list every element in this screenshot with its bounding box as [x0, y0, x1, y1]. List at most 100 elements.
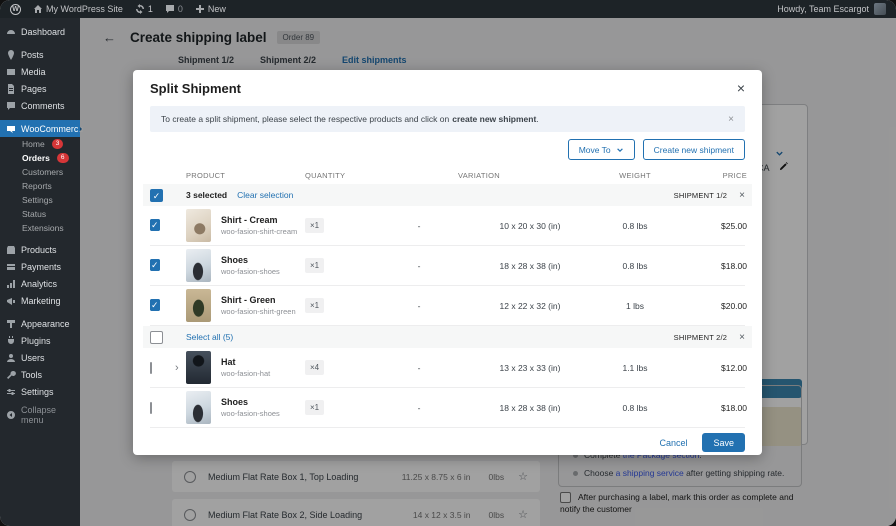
wordpress-logo-icon[interactable]: W: [10, 3, 21, 15]
product-sku: woo-fasion-shoes: [221, 267, 280, 276]
comments-count: 0: [177, 4, 183, 14]
price-cell: $18.00: [721, 402, 747, 413]
comments-icon: [6, 101, 16, 111]
sidebar-item-tools[interactable]: Tools: [0, 366, 80, 383]
marketing-icon: [6, 296, 16, 306]
product-checkbox[interactable]: ✓: [150, 219, 160, 231]
sidebar-item-woocommerce[interactable]: WooCommerce: [0, 120, 83, 137]
sidebar-item-label: Appearance: [21, 318, 70, 329]
sidebar-item-products[interactable]: Products: [0, 241, 80, 258]
group-select-checkbox[interactable]: [150, 330, 163, 344]
pages-icon: [6, 83, 16, 94]
sidebar-item-plugins[interactable]: Plugins: [0, 332, 80, 349]
product-checkbox[interactable]: [150, 401, 152, 414]
sidebar-item-posts[interactable]: Posts: [0, 46, 80, 63]
sidebar-item-analytics[interactable]: Analytics: [0, 275, 80, 292]
sidebar-item-label: Customers: [22, 167, 64, 177]
group-select-checkbox[interactable]: ✓: [150, 188, 163, 202]
price-cell: $12.00: [721, 362, 747, 373]
comments-menu[interactable]: 0: [165, 4, 183, 14]
quantity-badge: ×1: [305, 298, 325, 313]
sidebar-item-customers[interactable]: Customers: [0, 165, 80, 179]
sidebar-item-comments[interactable]: Comments: [0, 97, 80, 114]
product-name: Hat: [221, 357, 236, 367]
quantity-cell: ×1: [298, 298, 368, 313]
sidebar-item-extensions[interactable]: Extensions: [0, 221, 80, 235]
product-cell: Shoes woo-fasion-shoes: [186, 249, 298, 282]
shipment-remove-icon[interactable]: ×: [739, 332, 745, 343]
quantity-cell: ×4: [298, 360, 368, 375]
sidebar-item-reports[interactable]: Reports: [0, 179, 80, 193]
sidebar-item-label: Home: [22, 139, 45, 149]
shipment-remove-icon[interactable]: ×: [739, 190, 745, 201]
sidebar-item-settings[interactable]: Settings: [0, 193, 80, 207]
split-shipment-modal: Split Shipment × To create a split shipm…: [133, 70, 762, 455]
sidebar-item-settings[interactable]: Settings: [0, 383, 80, 400]
weight-cell: 1 lbs: [626, 300, 644, 311]
modal-close-icon[interactable]: ×: [737, 81, 745, 95]
admin-sidebar: Dashboard Posts Media Pages Comments WooComme…: [0, 18, 83, 526]
sidebar-item-label: Marketing: [21, 295, 61, 306]
sidebar-item-orders[interactable]: Orders 6: [0, 151, 80, 165]
variation-cell: -: [417, 260, 421, 271]
move-to-button[interactable]: Move To: [567, 139, 635, 160]
howdy-text[interactable]: Howdy, Team Escargot: [777, 4, 869, 14]
sidebar-item-label: Media: [21, 66, 46, 77]
shipment-table-body: ✓ 3 selected Clear selection SHIPMENT 1/2 × ✓…: [143, 184, 752, 428]
sidebar-item-label: Plugins: [21, 335, 51, 346]
dashboard-icon: [6, 27, 16, 37]
sidebar-item-status[interactable]: Status: [0, 207, 80, 221]
selected-count: 3 selected: [186, 190, 228, 200]
quantity-badge: ×4: [305, 360, 325, 375]
shipment-group-header: ✓ 3 selected Clear selection SHIPMENT 1/2 ×: [143, 184, 752, 206]
banner-text-bold: create new shipment: [452, 114, 537, 124]
product-row: ✓ Shirt - Cream woo-fasion-shirt-cream ×1 - 1…: [150, 206, 747, 246]
product-checkbox[interactable]: ✓: [150, 299, 160, 311]
sidebar-item-home[interactable]: Home 3: [0, 137, 80, 151]
updates-icon: [135, 4, 144, 14]
sidebar-item-label: Extensions: [22, 223, 64, 233]
home-icon: [34, 5, 42, 13]
price-cell: $25.00: [721, 220, 747, 231]
create-new-shipment-button[interactable]: Create new shipment: [642, 139, 745, 160]
payments-icon: [6, 262, 16, 272]
product-name: Shoes: [221, 255, 249, 265]
sidebar-item-appearance[interactable]: Appearance: [0, 315, 80, 332]
sidebar-item-label: Products: [21, 244, 57, 255]
banner-close-icon[interactable]: ×: [728, 114, 734, 125]
sidebar-item-label: Comments: [21, 100, 65, 111]
sidebar-item-label: Posts: [21, 49, 44, 60]
product-row: › Hat woo-fasion-hat ×4 - 13 x 23 x 33 (in) 1.…: [150, 348, 747, 388]
avatar[interactable]: [874, 3, 886, 15]
sidebar-item-media[interactable]: Media: [0, 63, 80, 80]
sidebar-item-label: Reports: [22, 181, 52, 191]
posts-icon: [6, 49, 16, 60]
settings-icon: [6, 387, 16, 397]
save-button[interactable]: Save: [702, 433, 745, 452]
quantity-cell: ×1: [298, 258, 368, 273]
updates-menu[interactable]: 1: [135, 4, 153, 14]
col-product: PRODUCT: [186, 171, 226, 180]
weight-cell: 0.8 lbs: [622, 402, 648, 413]
product-checkbox[interactable]: ✓: [150, 259, 160, 271]
appearance-icon: [6, 319, 16, 329]
col-price: PRICE: [722, 171, 747, 180]
product-thumbnail: [186, 209, 211, 242]
sidebar-item-pages[interactable]: Pages: [0, 80, 80, 97]
product-checkbox[interactable]: [150, 361, 152, 374]
new-menu[interactable]: New: [195, 4, 226, 14]
sidebar-item-marketing[interactable]: Marketing: [0, 292, 80, 309]
weight-cell: 0.8 lbs: [622, 260, 648, 271]
sidebar-item-dashboard[interactable]: Dashboard: [0, 23, 80, 40]
expand-chevron-icon[interactable]: ›: [175, 362, 179, 374]
select-all-link[interactable]: Select all (5): [186, 332, 233, 342]
product-sku: woo-fasion-shirt-cream: [221, 227, 298, 236]
site-name-menu[interactable]: My WordPress Site: [33, 4, 123, 14]
product-thumbnail: [186, 391, 211, 424]
shipment-group-header: Select all (5) SHIPMENT 2/2 ×: [143, 326, 752, 348]
cancel-button[interactable]: Cancel: [659, 438, 687, 448]
sidebar-item-collapse-menu[interactable]: Collapse menu: [0, 405, 80, 425]
sidebar-item-users[interactable]: Users: [0, 349, 80, 366]
clear-selection-link[interactable]: Clear selection: [237, 190, 293, 200]
sidebar-item-payments[interactable]: Payments: [0, 258, 80, 275]
